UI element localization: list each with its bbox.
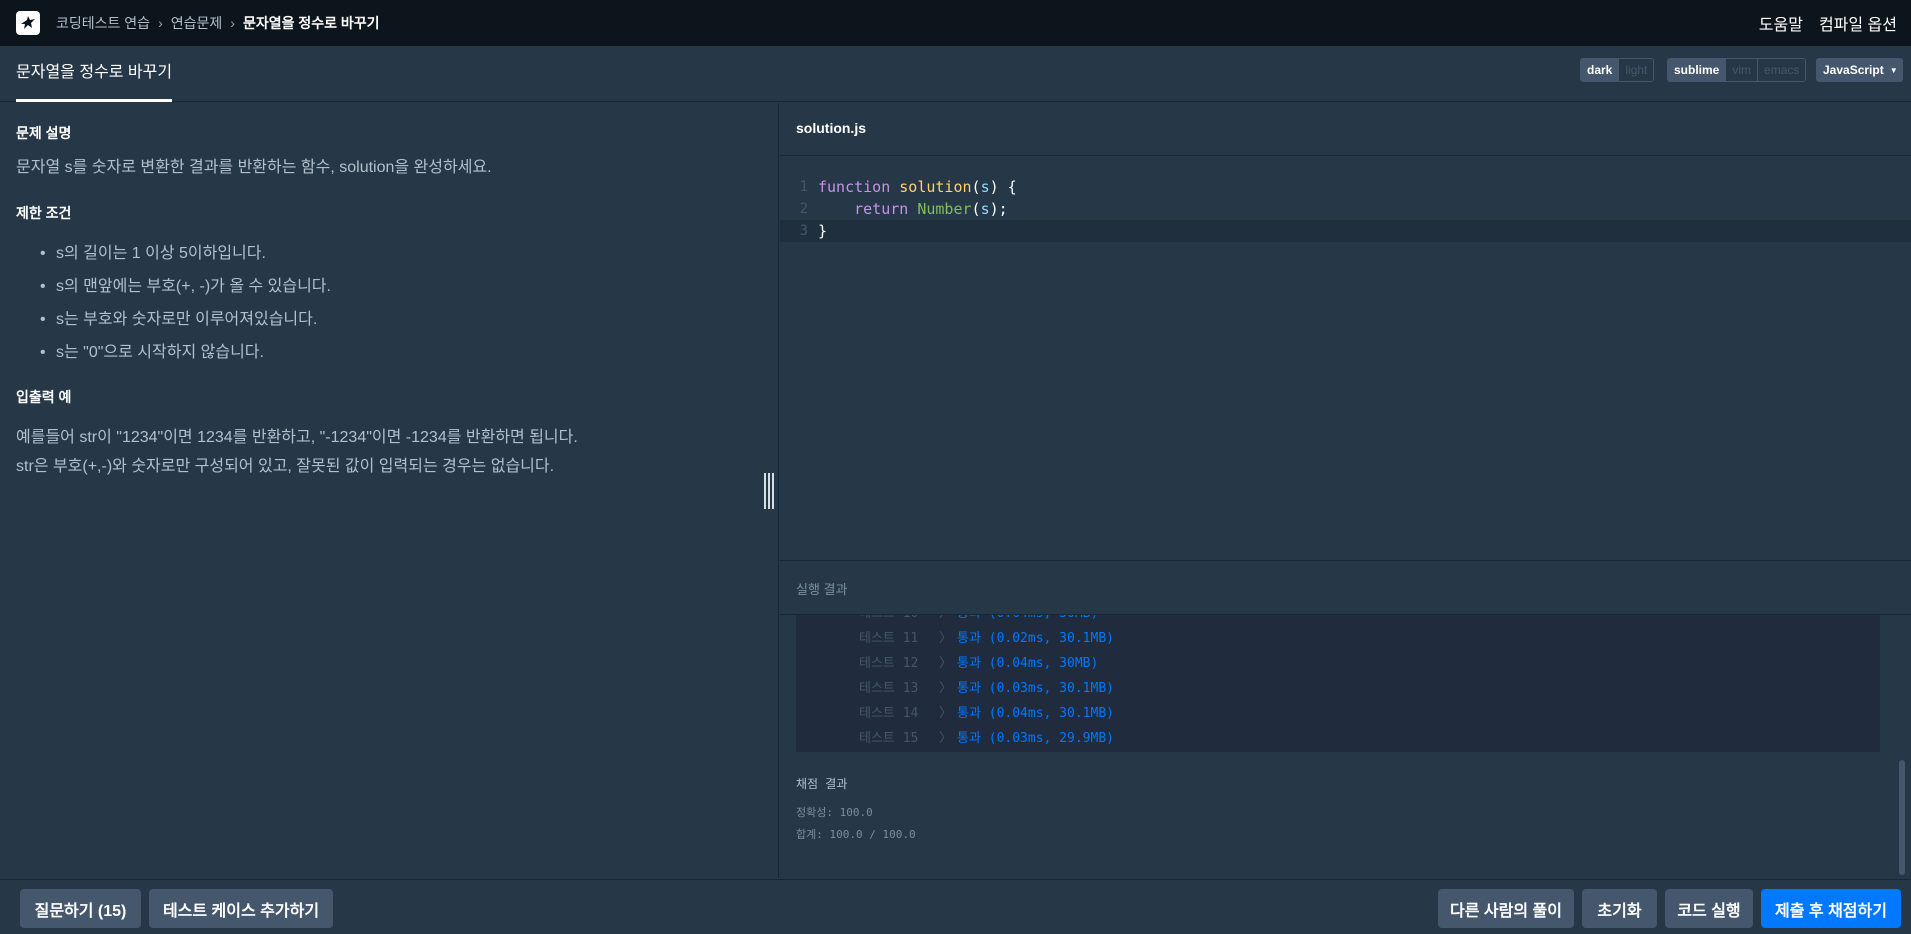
- chevron-right-icon: 〉: [939, 615, 957, 626]
- test-results-box: 테스트 10 〉 통과 (0.04ms, 30MB) 테스트 11 〉 통과 (…: [796, 615, 1880, 752]
- test-result: 통과 (0.03ms, 30.1MB): [957, 681, 1114, 696]
- code-punct: (: [971, 200, 981, 218]
- io-example-heading: 입출력 예: [16, 389, 72, 405]
- constraint-item: s는 "0"으로 시작하지 않습니다.: [40, 336, 762, 369]
- code-line-current: 3 }: [780, 220, 1911, 242]
- grading-title: 채점 결과: [796, 777, 848, 791]
- code-keyword: function: [818, 178, 891, 196]
- code-punct: );: [989, 200, 1008, 218]
- chevron-right-icon: 〉: [939, 656, 953, 671]
- line-number: 3: [799, 223, 808, 239]
- test-label: 테스트 13: [859, 681, 919, 696]
- problem-panel: 문제 설명 문자열 s를 숫자로 변환한 결과를 반환하는 함수, soluti…: [0, 103, 779, 878]
- code-punct: (: [971, 178, 981, 196]
- footer-toolbar: 질문하기 (15) 테스트 케이스 추가하기 다른 사람의 풀이 초기화 코드 …: [0, 879, 1911, 934]
- chevron-right-icon: 〉: [939, 731, 953, 746]
- submit-button[interactable]: 제출 후 채점하기: [1761, 889, 1901, 928]
- others-solutions-button[interactable]: 다른 사람의 풀이: [1438, 889, 1574, 928]
- top-nav: 코딩테스트 연습 › 연습문제 › 문자열을 정수로 바꾸기 도움말 컴파일 옵…: [0, 0, 1911, 46]
- code-function-name: solution: [899, 178, 972, 196]
- results-scrollbar[interactable]: [1899, 760, 1905, 875]
- code-line: 2 return Number(s);: [780, 198, 1911, 220]
- constraint-item: s의 맨앞에는 부호(+, -)가 올 수 있습니다.: [40, 270, 762, 303]
- chevron-right-icon: ›: [230, 15, 235, 31]
- add-testcase-button[interactable]: 테스트 케이스 추가하기: [149, 889, 333, 928]
- grading-accuracy: 정확성: 100.0: [796, 806, 873, 819]
- constraints-heading: 제한 조건: [16, 205, 72, 221]
- theme-light-option[interactable]: light: [1619, 59, 1654, 81]
- results-panel: 테스트 10 〉 통과 (0.04ms, 30MB) 테스트 11 〉 통과 (…: [780, 615, 1911, 879]
- chevron-right-icon: ›: [158, 15, 163, 31]
- top-nav-actions: 도움말 컴파일 옵션: [1759, 11, 1897, 35]
- run-code-button[interactable]: 코드 실행: [1665, 889, 1753, 928]
- tab-bar: 문자열을 정수로 바꾸기 dark light sublime vim emac…: [0, 46, 1911, 102]
- code-builtin: Number: [917, 200, 972, 218]
- test-result: 통과 (0.03ms, 29.9MB): [957, 731, 1114, 746]
- test-label: 테스트 10: [859, 615, 939, 626]
- keymap-emacs-option[interactable]: emacs: [1758, 59, 1806, 81]
- editor-file-tab: solution.js: [780, 103, 1911, 156]
- grading-summary: 채점 결과 정확성: 100.0 합계: 100.0 / 100.0: [796, 775, 916, 846]
- constraint-item: s의 길이는 1 이상 5이하입니다.: [40, 237, 762, 270]
- code-keyword: return: [854, 200, 909, 218]
- keymap-vim-option[interactable]: vim: [1726, 59, 1759, 81]
- test-result: 통과 (0.04ms, 30.1MB): [957, 706, 1114, 721]
- problem-description-heading: 문제 설명: [16, 125, 72, 141]
- breadcrumb-item-practice[interactable]: 연습문제: [171, 13, 223, 33]
- reset-button[interactable]: 초기화: [1582, 889, 1657, 928]
- results-heading: 실행 결과: [780, 562, 1911, 615]
- theme-toggle: dark light: [1580, 58, 1655, 82]
- breadcrumb-item-current: 문자열을 정수로 바꾸기: [242, 15, 380, 31]
- constraint-item: s는 부호와 숫자로만 이루어져있습니다.: [40, 303, 762, 336]
- test-label: 테스트 14: [859, 706, 919, 721]
- chevron-right-icon: 〉: [939, 681, 953, 696]
- language-select[interactable]: JavaScript ▼: [1816, 58, 1903, 82]
- test-label: 테스트 11: [859, 631, 919, 646]
- io-example-line: str은 부호(+,-)와 숫자로만 구성되어 있고, 잘못된 값이 입력되는 …: [16, 458, 555, 475]
- chevron-right-icon: 〉: [939, 706, 953, 721]
- code-param: s: [980, 178, 990, 196]
- io-example-line: 예를들어 str이 "1234"이면 1234를 반환하고, "-1234"이면…: [16, 429, 578, 446]
- test-result-row: 테스트 13 〉 통과 (0.03ms, 30.1MB): [796, 676, 1880, 701]
- vertical-resize-handle[interactable]: [764, 473, 774, 509]
- test-result: 통과 (0.04ms, 30MB): [957, 615, 1098, 626]
- language-select-value: JavaScript: [1823, 63, 1884, 77]
- code-punct: ) {: [989, 178, 1017, 196]
- test-result-row: 테스트 11 〉 통과 (0.02ms, 30.1MB): [796, 626, 1880, 651]
- breadcrumb-item-coding-test[interactable]: 코딩테스트 연습: [56, 13, 150, 33]
- tab-problem[interactable]: 문자열을 정수로 바꾸기: [16, 46, 173, 102]
- grading-total: 합계: 100.0 / 100.0: [796, 828, 916, 841]
- caret-down-icon: ▼: [1889, 65, 1898, 75]
- test-result: 통과 (0.04ms, 30MB): [957, 656, 1099, 671]
- code-editor[interactable]: 1 function solution(s) { 2 return Number…: [780, 156, 1911, 561]
- keymap-sublime-option[interactable]: sublime: [1668, 59, 1727, 81]
- test-result-row: 테스트 14 〉 통과 (0.04ms, 30.1MB): [796, 701, 1880, 726]
- code-text: }: [818, 222, 828, 240]
- test-result-row: 테스트 12 〉 통과 (0.04ms, 30MB): [796, 651, 1880, 676]
- test-label: 테스트 12: [859, 656, 919, 671]
- theme-dark-option[interactable]: dark: [1581, 59, 1620, 81]
- constraints-list: s의 길이는 1 이상 5이하입니다. s의 맨앞에는 부호(+, -)가 올 …: [40, 237, 762, 369]
- keymap-toggle: sublime vim emacs: [1667, 58, 1807, 82]
- code-line: 1 function solution(s) {: [780, 176, 1911, 198]
- line-number: 1: [799, 179, 808, 195]
- chevron-right-icon: 〉: [939, 631, 953, 646]
- breadcrumb: 코딩테스트 연습 › 연습문제 › 문자열을 정수로 바꾸기: [56, 13, 380, 33]
- test-label: 테스트 15: [859, 731, 919, 746]
- test-result-row: 테스트 15 〉 통과 (0.03ms, 29.9MB): [796, 726, 1880, 751]
- help-link[interactable]: 도움말: [1759, 11, 1803, 35]
- problem-description-text: 문자열 s를 숫자로 변환한 결과를 반환하는 함수, solution을 완성…: [16, 159, 492, 176]
- programmers-logo-icon[interactable]: [16, 11, 40, 35]
- compile-options-link[interactable]: 컴파일 옵션: [1819, 11, 1897, 35]
- test-result-row: 테스트 10 〉 통과 (0.04ms, 30MB): [796, 615, 1880, 626]
- test-result: 통과 (0.02ms, 30.1MB): [957, 631, 1114, 646]
- ask-question-button[interactable]: 질문하기 (15): [20, 889, 141, 928]
- code-param: s: [980, 200, 990, 218]
- line-number: 2: [799, 201, 808, 217]
